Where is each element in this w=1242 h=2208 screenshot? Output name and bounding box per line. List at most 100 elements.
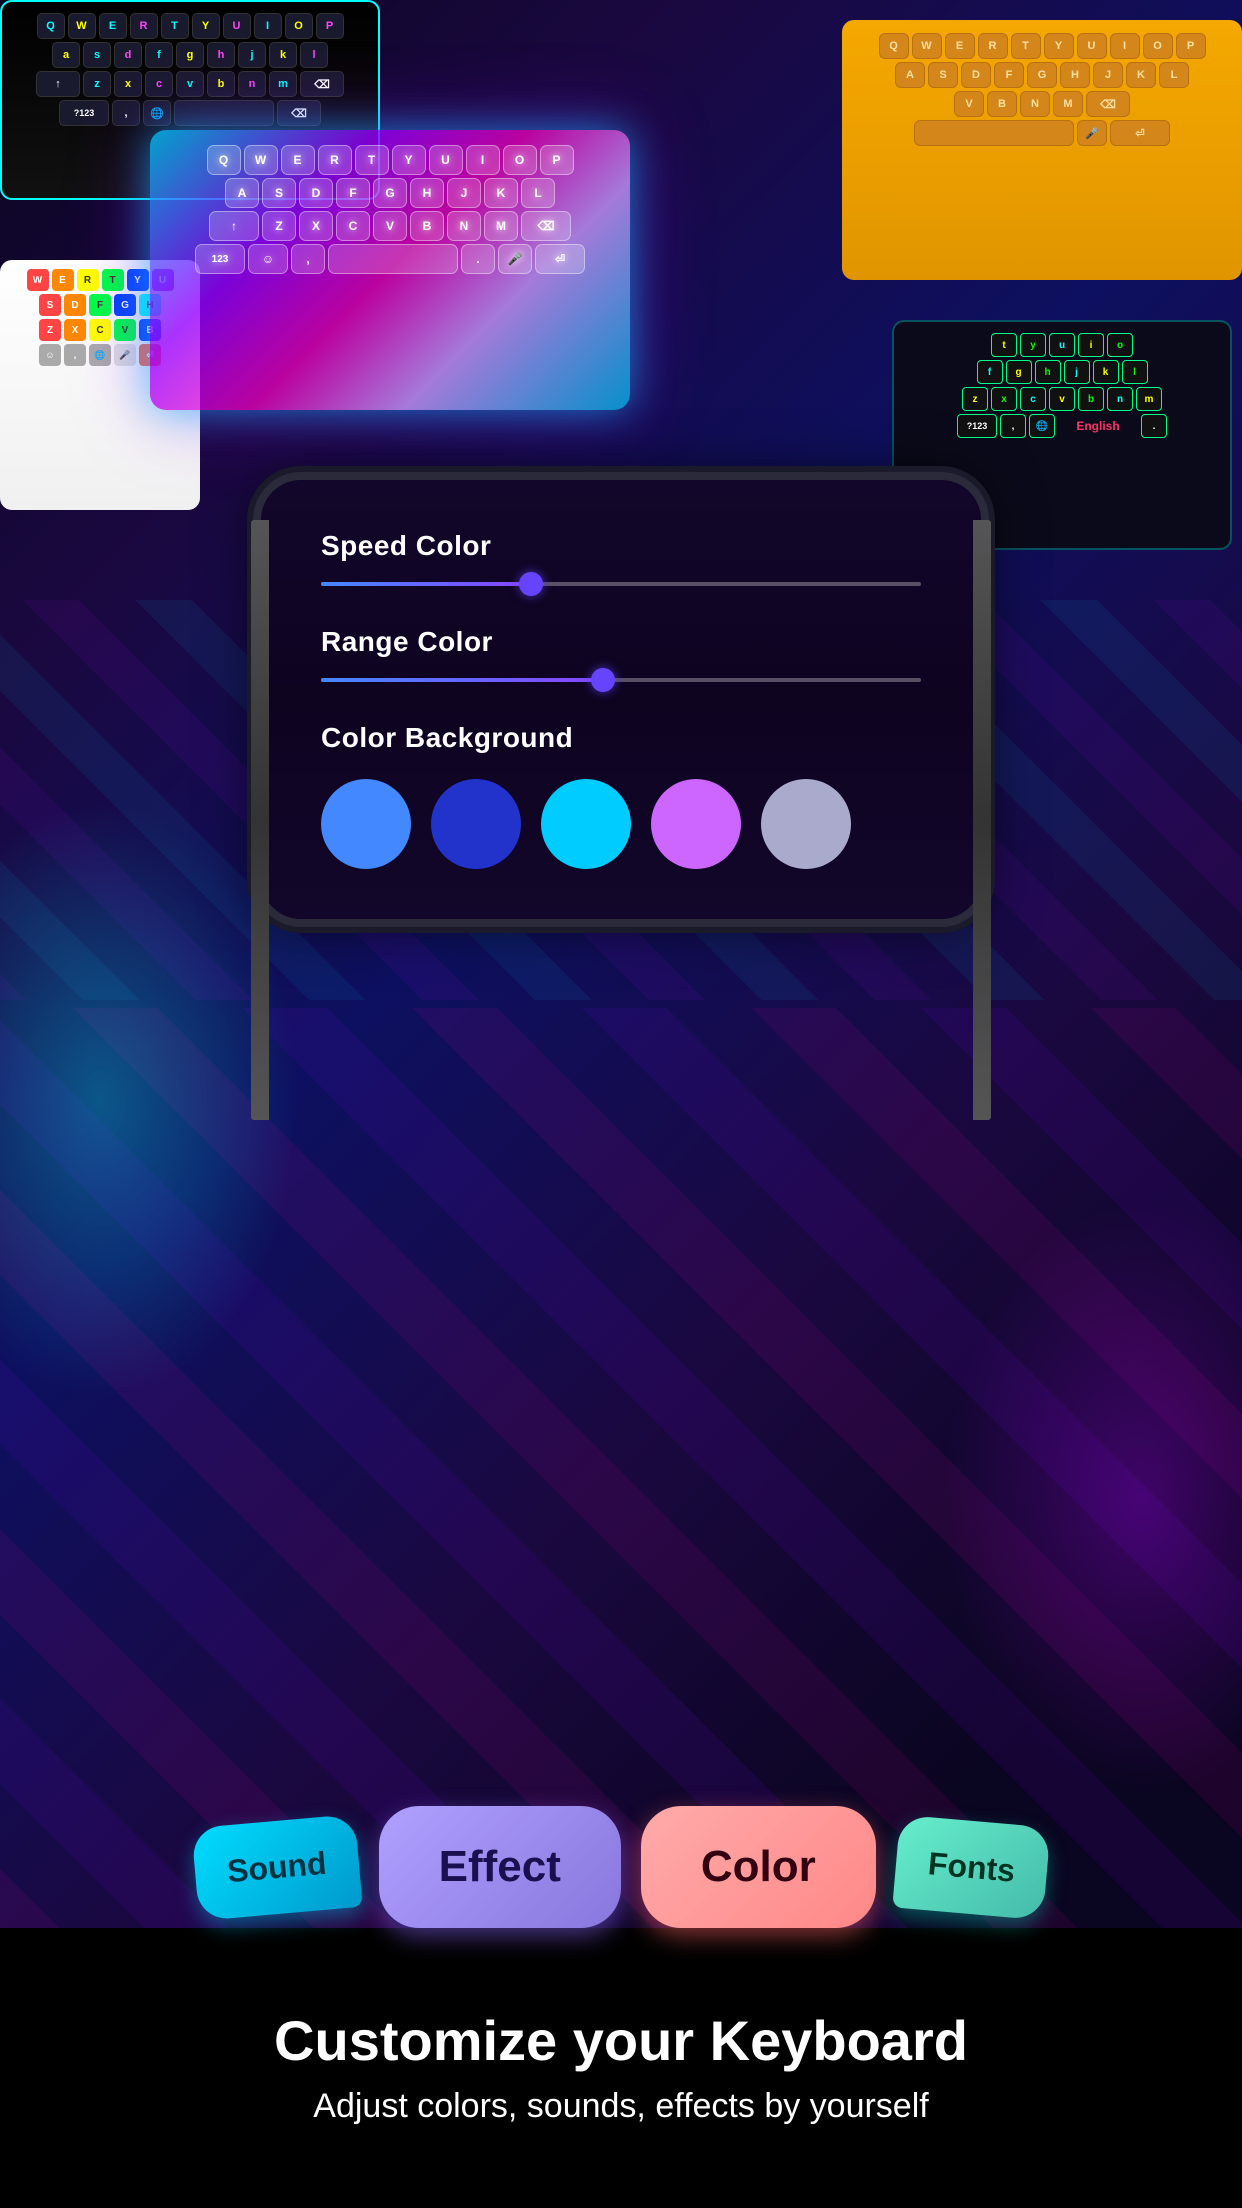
key-emoji-holo: ☺ — [248, 244, 288, 274]
key-f-holo: F — [336, 178, 370, 208]
key-f-neon: f — [977, 360, 1003, 384]
key-z: z — [83, 71, 111, 97]
key-l-gold: L — [1159, 62, 1189, 88]
key-c-neon: c — [1020, 387, 1046, 411]
key-a: a — [52, 42, 80, 68]
key-globe-neon: 🌐 — [1029, 414, 1055, 438]
key-q-gold: Q — [879, 33, 909, 59]
key-z-holo: Z — [262, 211, 296, 241]
key-bs-holo: ⌫ — [521, 211, 571, 241]
key-y-holo: Y — [392, 145, 426, 175]
key-k-holo: K — [484, 178, 518, 208]
key-num-holo: 123 — [195, 244, 245, 274]
key-w-gold: W — [912, 33, 942, 59]
key-space-holo — [328, 244, 458, 274]
range-color-slider[interactable] — [321, 678, 921, 682]
key-a-gold: A — [895, 62, 925, 88]
key-j: j — [238, 42, 266, 68]
effect-button[interactable]: Effect — [379, 1806, 621, 1928]
phone-side-left — [251, 520, 269, 1120]
key-x-holo: X — [299, 211, 333, 241]
key-r: R — [130, 13, 158, 39]
key-u-holo: U — [429, 145, 463, 175]
key-u: U — [223, 13, 251, 39]
key-g-gold: G — [1027, 62, 1057, 88]
key-y: Y — [192, 13, 220, 39]
key-d: d — [114, 42, 142, 68]
sub-headline: Adjust colors, sounds, effects by yourse… — [313, 2087, 928, 2126]
key-t: T — [161, 13, 189, 39]
color-button[interactable]: Color — [641, 1806, 876, 1928]
color-circle-cyan[interactable] — [541, 779, 631, 869]
key-o-gold: O — [1143, 33, 1173, 59]
bottom-text-area: Customize your Keyboard Adjust colors, s… — [0, 1928, 1242, 2208]
key-k-gold: K — [1126, 62, 1156, 88]
key-l-holo: L — [521, 178, 555, 208]
color-circle-darkblue[interactable] — [431, 779, 521, 869]
key-i: I — [254, 13, 282, 39]
speed-color-label: Speed Color — [321, 530, 921, 562]
key-n-neon: n — [1107, 387, 1133, 411]
key-backspace2: ⌫ — [277, 100, 321, 126]
key-x: x — [114, 71, 142, 97]
key-v-neon: v — [1049, 387, 1075, 411]
key-comma-neon: , — [1000, 414, 1026, 438]
key-e-gold: E — [945, 33, 975, 59]
speed-color-thumb[interactable] — [519, 572, 543, 596]
color-circle-lightpurple[interactable] — [761, 779, 851, 869]
key-m-neon: m — [1136, 387, 1162, 411]
key-n-holo: N — [447, 211, 481, 241]
key-e-holo: E — [281, 145, 315, 175]
key-del-gold: ⌫ — [1086, 91, 1130, 117]
key-t-holo: T — [355, 145, 389, 175]
key-j-gold: J — [1093, 62, 1123, 88]
key-e: E — [99, 13, 127, 39]
key-d-gold: D — [961, 62, 991, 88]
key-h-holo: H — [410, 178, 444, 208]
key-i-neon: i — [1078, 333, 1104, 357]
key-b-holo: B — [410, 211, 444, 241]
speed-color-fill — [321, 582, 531, 586]
key-p: P — [316, 13, 344, 39]
key-n-gold: N — [1020, 91, 1050, 117]
key-t-neon: t — [991, 333, 1017, 357]
english-label: English — [1058, 414, 1138, 438]
key-l: l — [300, 42, 328, 68]
key-u-neon: u — [1049, 333, 1075, 357]
key-enter-gold: ⏎ — [1110, 120, 1170, 146]
key-shift: ↑ — [36, 71, 80, 97]
key-v-holo: V — [373, 211, 407, 241]
range-color-thumb[interactable] — [591, 668, 615, 692]
color-circle-blue[interactable] — [321, 779, 411, 869]
key-mic-gold: 🎤 — [1077, 120, 1107, 146]
key-num-neon: ?123 — [957, 414, 997, 438]
sound-button[interactable]: Sound — [191, 1814, 362, 1921]
key-j-holo: J — [447, 178, 481, 208]
key-num: ?123 — [59, 100, 109, 126]
key-s-gold: S — [928, 62, 958, 88]
key-i-holo: I — [466, 145, 500, 175]
color-background-section: Color Background — [321, 722, 921, 869]
range-color-label: Range Color — [321, 626, 921, 658]
key-comma-holo: , — [291, 244, 325, 274]
key-p-holo: P — [540, 145, 574, 175]
key-c-holo: C — [336, 211, 370, 241]
key-w-holo: W — [244, 145, 278, 175]
key-c: c — [145, 71, 173, 97]
key-comma: , — [112, 100, 140, 126]
speed-color-slider[interactable] — [321, 582, 921, 586]
key-n: n — [238, 71, 266, 97]
key-m-holo: M — [484, 211, 518, 241]
key-d-holo: D — [299, 178, 333, 208]
key-g-holo: G — [373, 178, 407, 208]
phone-side-right — [973, 520, 991, 1120]
key-o: O — [285, 13, 313, 39]
key-x-neon: x — [991, 387, 1017, 411]
color-circle-purple[interactable] — [651, 779, 741, 869]
fonts-button[interactable]: Fonts — [892, 1814, 1051, 1920]
key-k: k — [269, 42, 297, 68]
key-k-neon: k — [1093, 360, 1119, 384]
key-enter-holo: ⏎ — [535, 244, 585, 274]
key-y-gold: Y — [1044, 33, 1074, 59]
key-period-holo: . — [461, 244, 495, 274]
